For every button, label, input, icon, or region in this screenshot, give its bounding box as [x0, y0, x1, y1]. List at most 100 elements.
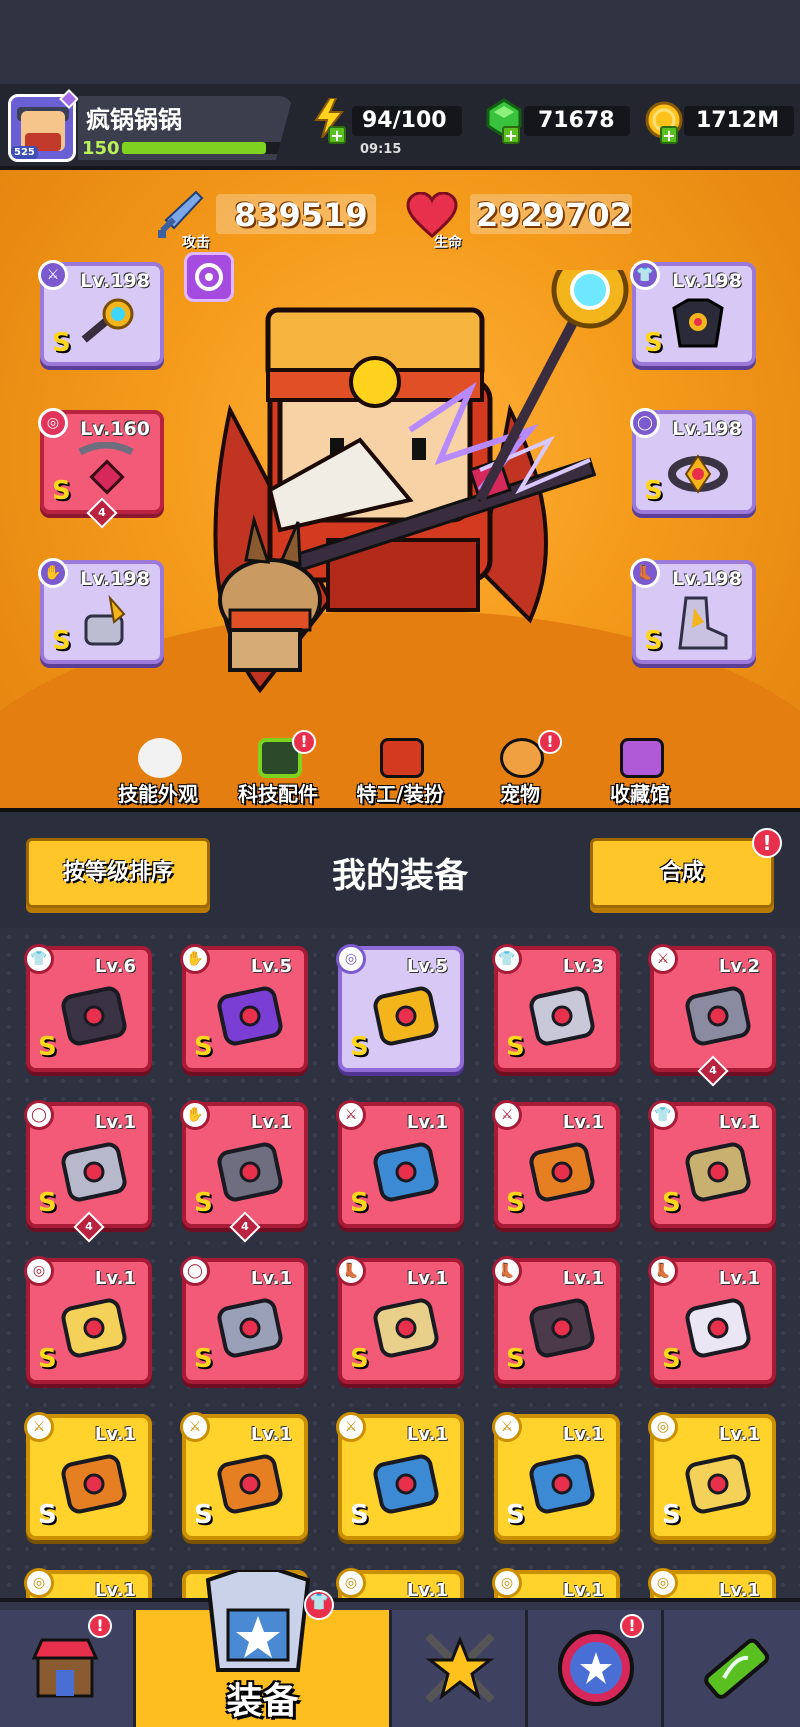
- sword-icon: [217, 1454, 283, 1514]
- rarity-badge: S: [350, 1344, 369, 1374]
- menu-skill-skin[interactable]: 技能外观: [98, 730, 218, 808]
- belt-icon: [668, 454, 728, 494]
- armor-icon: 👕: [24, 944, 54, 974]
- menu-collection[interactable]: 收藏馆: [580, 730, 700, 808]
- agent-icon: [380, 738, 424, 778]
- section-title: 我的装备: [332, 856, 468, 896]
- dna-capsule-icon: [704, 1638, 770, 1699]
- armor-icon: 👕: [648, 1100, 678, 1130]
- inventory-item[interactable]: ◯ Lv.1 S: [180, 1256, 308, 1384]
- steel-gauntlet-icon: [217, 1142, 283, 1202]
- inventory-item[interactable]: 👕 Lv.3 S: [492, 944, 620, 1072]
- energy-counter[interactable]: + 94/100 09:15: [312, 98, 462, 157]
- equip-slot-weapon[interactable]: ⚔ Lv.198 S: [38, 260, 164, 366]
- equip-level: Lv.160: [80, 418, 150, 440]
- item-level: Lv.1: [94, 1112, 136, 1133]
- menu-tech-parts[interactable]: ! 科技配件: [218, 730, 338, 808]
- weapon-icon: ⚔: [492, 1100, 522, 1130]
- mech-armor-icon: [685, 1142, 751, 1202]
- item-level: Lv.1: [250, 1424, 292, 1445]
- weapon-icon: ⚔: [648, 944, 678, 974]
- necklace-icon: ◎: [24, 1568, 54, 1598]
- inventory-item[interactable]: ⚔ Lv.1 S: [24, 1412, 152, 1540]
- weapon-icon: ⚔: [336, 1412, 366, 1442]
- gems-plus-button[interactable]: +: [502, 126, 520, 144]
- star-count: 4: [697, 1055, 729, 1087]
- inventory-item[interactable]: ⚔ Lv.1 S: [336, 1100, 464, 1228]
- nav-tab-dna[interactable]: [664, 1610, 800, 1727]
- equip-slot-necklace[interactable]: ◎ Lv.160 S 4: [38, 408, 164, 529]
- necklace-icon: ◎: [38, 408, 68, 438]
- white-boots-icon: [685, 1298, 751, 1358]
- necklace-icon: ◎: [24, 1256, 54, 1286]
- inventory-item[interactable]: ◎ Lv.1 S: [648, 1412, 776, 1540]
- rarity-badge: S: [38, 1188, 57, 1218]
- menu-pet[interactable]: ! 宠物: [460, 730, 580, 808]
- inventory-item[interactable]: ⚔ Lv.1 S: [180, 1412, 308, 1540]
- inventory-item[interactable]: ⚔ Lv.2 4: [648, 944, 776, 1087]
- inventory-item[interactable]: 👢 Lv.1 S: [648, 1256, 776, 1384]
- top-header: 525 疯锅锅锅 150 + 94/100 09:15 + 71678 + 17…: [0, 84, 800, 170]
- attack-label: 攻击: [182, 235, 210, 251]
- equip-slot-armor[interactable]: 👕 Lv.198 S: [630, 260, 756, 366]
- inventory-item[interactable]: 👕 Lv.6 S: [24, 944, 152, 1072]
- inventory-item[interactable]: ✋ Lv.5 S: [180, 944, 308, 1072]
- energy-timer: 09:15: [360, 142, 402, 157]
- nav-tab-equipment[interactable]: 👕 装备: [136, 1570, 392, 1727]
- inventory-item[interactable]: ◯ Lv.1 S 4: [24, 1100, 152, 1243]
- rarity-badge: S: [194, 1500, 213, 1530]
- coins-plus-button[interactable]: +: [660, 126, 678, 144]
- inventory-item[interactable]: 👢 Lv.1 S: [492, 1256, 620, 1384]
- item-level: Lv.1: [406, 1112, 448, 1133]
- rarity-badge: S: [662, 1344, 681, 1374]
- item-level: Lv.2: [718, 956, 760, 977]
- glove-icon: ✋: [38, 558, 68, 588]
- inventory-item[interactable]: ◎ Lv.1 S: [24, 1256, 152, 1384]
- alert-badge: !: [292, 730, 316, 754]
- rarity-badge: S: [506, 1032, 525, 1062]
- blaster-icon: [529, 1142, 595, 1202]
- item-level: Lv.5: [406, 956, 448, 977]
- necklace-icon: ◎: [648, 1412, 678, 1442]
- menu-agent[interactable]: 特工/装扮: [340, 730, 460, 808]
- boots-icon: 👢: [492, 1256, 522, 1286]
- inventory-item[interactable]: ⚔ Lv.1 S: [492, 1412, 620, 1540]
- weapon-icon: ⚔: [336, 1100, 366, 1130]
- gems-counter[interactable]: + 71678: [484, 98, 630, 144]
- equip-slot-belt[interactable]: ◯ Lv.198 S: [630, 408, 756, 514]
- nav-tab-battle[interactable]: [392, 1610, 528, 1727]
- hp-label: 生命: [434, 235, 462, 251]
- weapon-icon: ⚔: [24, 1412, 54, 1442]
- inventory-item[interactable]: ⚔ Lv.1 S: [336, 1412, 464, 1540]
- item-level: Lv.1: [718, 1268, 760, 1289]
- rarity-badge: S: [350, 1032, 369, 1062]
- avatar-level: 525: [11, 146, 38, 159]
- merge-button[interactable]: 合成: [590, 838, 774, 908]
- coins-value: 1712M: [696, 108, 780, 133]
- gold-boots-icon: [373, 1298, 439, 1358]
- rarity-badge: S: [506, 1344, 525, 1374]
- inventory-item[interactable]: 👕 Lv.1 S: [648, 1100, 776, 1228]
- inventory-item[interactable]: ◎ Lv.5 S: [336, 944, 464, 1072]
- energy-plus-button[interactable]: +: [328, 126, 346, 144]
- rarity-badge: S: [194, 1188, 213, 1218]
- menu-label: 收藏馆: [610, 782, 670, 806]
- nav-tab-shop[interactable]: !: [0, 1610, 136, 1727]
- inventory-item[interactable]: ✋ Lv.1 S 4: [180, 1100, 308, 1243]
- energy-value: 94/100: [362, 108, 447, 133]
- equip-slot-boots[interactable]: 👢 Lv.198 S: [630, 558, 756, 664]
- item-level: Lv.1: [562, 1268, 604, 1289]
- rarity-badge: S: [662, 1188, 681, 1218]
- inventory-item[interactable]: 👢 Lv.1 S: [336, 1256, 464, 1384]
- coins-counter[interactable]: + 1712M: [644, 98, 794, 144]
- nav-tab-stars[interactable]: !: [528, 1610, 664, 1727]
- hp-value: 2929702: [476, 196, 632, 234]
- equip-slot-glove[interactable]: ✋ Lv.198 S: [38, 558, 164, 664]
- equipment-icon: [205, 1570, 311, 1672]
- belt-icon: ◯: [24, 1100, 54, 1130]
- rarity-badge: S: [506, 1188, 525, 1218]
- sort-by-level-button[interactable]: 按等级排序: [26, 838, 210, 908]
- xp-fill: [122, 142, 266, 154]
- inventory-item[interactable]: ⚔ Lv.1 S: [492, 1100, 620, 1228]
- boots-icon: [678, 596, 728, 650]
